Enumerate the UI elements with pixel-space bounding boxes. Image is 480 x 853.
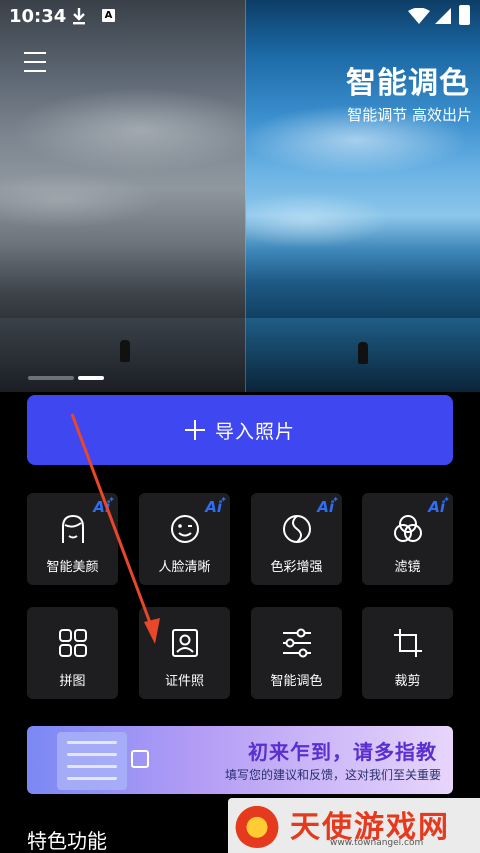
battery-icon: [459, 5, 470, 25]
feature-label: 拼图: [59, 674, 86, 689]
face-smile-icon: [171, 515, 199, 543]
feature-tile-id-photo[interactable]: 证件照: [139, 607, 230, 699]
status-bar: 10:34 A: [0, 0, 480, 34]
document-illustration: [57, 732, 127, 790]
feature-tile-face-clear[interactable]: Ai ✦ 人脸清晰: [139, 493, 230, 585]
menu-icon[interactable]: [24, 52, 46, 74]
download-icon: [73, 8, 85, 25]
ai-badge: Ai ✦: [93, 495, 115, 516]
paddler-silhouette: [358, 342, 368, 364]
feature-label: 人脸清晰: [158, 560, 211, 575]
watermark-url: www.townangel.com: [330, 838, 424, 848]
feature-tile-color-enhance[interactable]: Ai ✦ 色彩增强: [251, 493, 342, 585]
ai-badge: Ai ✦: [428, 495, 450, 516]
import-photo-label: 导入照片: [214, 420, 295, 443]
feature-label: 滤镜: [394, 560, 421, 575]
wifi-icon: [408, 8, 430, 24]
feedback-promo-banner[interactable]: 初来乍到，请多指教 填写您的建议和反馈，这对我们至关重要: [27, 726, 453, 794]
ai-badge: Ai ✦: [317, 495, 339, 516]
feature-label: 色彩增强: [270, 560, 323, 575]
section-title: 特色功能: [27, 829, 107, 853]
feature-label: 智能美颜: [46, 560, 99, 575]
collage-icon: [59, 629, 87, 657]
ai-badge: Ai ✦: [205, 495, 227, 516]
hero-title: 智能调色: [346, 66, 470, 101]
filter-icon: [394, 515, 422, 542]
feature-tile-filter[interactable]: Ai ✦ 滤镜: [362, 493, 453, 585]
id-photo-icon: [172, 629, 198, 657]
color-enhance-icon: [283, 515, 311, 543]
signal-icon: [435, 8, 451, 24]
promo-subtitle: 填写您的建议和反馈，这对我们至关重要: [224, 768, 441, 782]
feature-tile-smart-beauty[interactable]: Ai ✦ 智能美颜: [27, 493, 118, 585]
a-notification-icon: A: [102, 9, 115, 22]
feature-tile-collage[interactable]: 拼图: [27, 607, 118, 699]
carousel-dot-active[interactable]: [78, 376, 104, 380]
feature-label: 智能调色: [270, 674, 323, 689]
face-beauty-icon: [62, 514, 84, 543]
promo-title: 初来乍到，请多指教: [248, 740, 437, 764]
feature-label: 裁剪: [394, 674, 421, 689]
site-watermark: 天使游戏网 www.townangel.com: [228, 798, 480, 853]
carousel-dot[interactable]: [28, 376, 74, 380]
angel-logo-icon: [234, 802, 280, 848]
paddler-silhouette: [120, 340, 130, 362]
feature-tile-smart-adjust[interactable]: 智能调色: [251, 607, 342, 699]
hero-subtitle: 智能调节 高效出片: [347, 106, 472, 124]
import-photo-button[interactable]: 导入照片: [27, 395, 453, 465]
feature-label: 证件照: [164, 674, 204, 689]
adjust-sliders-icon: [283, 628, 311, 658]
checkbox-illustration: [131, 750, 149, 768]
crop-icon: [394, 629, 422, 657]
carousel-indicator: [28, 376, 104, 380]
feature-tile-crop[interactable]: 裁剪: [362, 607, 453, 699]
plus-icon: [184, 420, 205, 440]
compare-divider: [245, 0, 246, 392]
status-time: 10:34: [9, 6, 67, 27]
